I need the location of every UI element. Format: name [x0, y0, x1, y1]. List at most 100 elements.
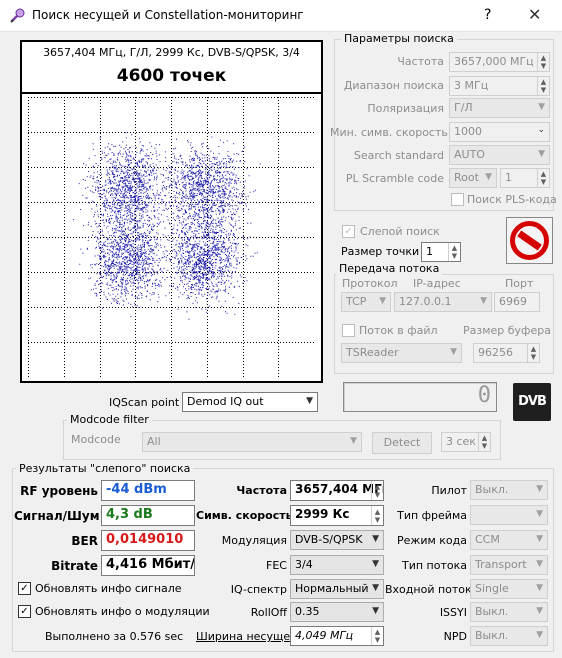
buffer-label: Размер буфера — [463, 324, 551, 337]
rolloff-value: 0.35 — [295, 605, 320, 618]
iq-label: IQ-спектр — [230, 583, 287, 596]
iq-value: Нормальный — [295, 582, 369, 595]
port-label: Порт — [505, 277, 534, 290]
fec-label: FEC — [266, 559, 287, 572]
modcode-label: Modcode — [71, 433, 121, 446]
range-value: 3 МГц — [454, 79, 489, 92]
pilot-label: Пилот — [431, 484, 467, 497]
dot-size-spinner[interactable]: ▲ ▼ — [448, 243, 460, 261]
help-button[interactable]: ? — [484, 7, 491, 23]
to-file-checkbox[interactable] — [342, 324, 355, 337]
freq-spinner[interactable]: ▲ ▼ — [371, 481, 383, 500]
bandwidth-input[interactable]: 4,049 МГц ▲ ▼ — [290, 626, 384, 646]
pl-scramble-mode-select[interactable]: Root ▼ — [449, 168, 497, 188]
modcode-select[interactable]: All ▼ — [142, 432, 362, 452]
reader-select[interactable]: TSReader ▼ — [341, 343, 462, 363]
protocol-select[interactable]: TCP ▼ — [341, 292, 391, 312]
update-signal-label: Обновлять инфо сигнале — [35, 582, 182, 595]
polarization-value: Г/Л — [454, 101, 473, 114]
chevron-down-icon: ▼ — [536, 509, 543, 519]
polarization-label: Поляризация — [367, 102, 444, 115]
chevron-down-icon: ▼ — [538, 149, 545, 159]
update-mod-label: Обновлять инфо о модуляции — [35, 605, 210, 618]
input-stream-select[interactable]: Single ▼ — [470, 579, 548, 599]
pls-search-checkbox[interactable] — [451, 193, 464, 206]
polarization-select[interactable]: Г/Л ▼ — [449, 98, 550, 118]
dot-size-label: Размер точки — [341, 245, 420, 258]
frame-select[interactable]: ▼ — [470, 505, 548, 525]
stop-button[interactable] — [506, 217, 553, 264]
pl-scramble-value: 1 — [505, 171, 512, 184]
modcode-value: All — [147, 435, 161, 448]
bandwidth-label: Ширина несущей — [196, 630, 298, 643]
frequency-value: 3657,000 МГц — [454, 55, 534, 68]
modcode-time-value: 3 сек — [446, 435, 476, 448]
npd-select[interactable]: Выкл. ▼ — [470, 626, 548, 646]
chevron-down-icon: ▼ — [372, 559, 379, 569]
modcode-time-input[interactable]: 3 сек ▲ ▼ — [441, 432, 491, 452]
bitrate-value: 4,416 Мбит/с — [101, 555, 195, 576]
iqscan-value: Demod IQ out — [187, 395, 264, 408]
issyi-select[interactable]: Выкл. ▼ — [470, 602, 548, 622]
buffer-input[interactable]: 96256 ▲ ▼ — [473, 343, 540, 363]
update-signal-checkbox[interactable]: ✓ — [18, 582, 31, 595]
pl-scramble-spinner[interactable]: ▲ ▼ — [537, 169, 549, 187]
window-title: Поиск несущей и Constellation-мониторинг — [32, 8, 304, 22]
stream-type-value: Transport — [475, 558, 527, 571]
min-sr-select[interactable]: 1000 ⌄ — [449, 122, 550, 142]
constellation-divider — [20, 92, 323, 94]
constellation-header: 3657,404 МГц, Г/Л, 2999 Кс, DVB-S/QPSK, … — [43, 46, 300, 59]
chevron-down-icon: ▼ — [350, 436, 357, 446]
standard-select[interactable]: AUTO ▼ — [449, 145, 550, 165]
chevron-down-icon: ▼ — [536, 534, 543, 544]
chevron-down-icon: ▼ — [538, 102, 545, 112]
frequency-spinner[interactable]: ▲ ▼ — [537, 53, 549, 71]
counter-value: 0 — [477, 383, 491, 408]
close-button[interactable]: ✕ — [528, 5, 541, 24]
bandwidth-spinner[interactable]: ▲ ▼ — [371, 627, 383, 645]
ip-select[interactable]: 127.0.0.1 ▼ — [394, 292, 492, 312]
npd-value: Выкл. — [475, 629, 509, 642]
stream-title: Передача потока — [336, 262, 443, 275]
constellation-plot — [28, 97, 314, 377]
chevron-down-icon: ▼ — [372, 583, 379, 593]
stream-type-select[interactable]: Transport ▼ — [470, 555, 548, 575]
port-input[interactable]: 6969 — [494, 292, 540, 312]
frequency-label: Частота — [397, 55, 444, 68]
detect-button[interactable]: Detect — [372, 432, 432, 454]
chevron-down-icon: ⌄ — [537, 125, 545, 135]
rolloff-select[interactable]: 0.35 ▼ — [290, 602, 384, 622]
pl-scramble-mode-value: Root — [454, 171, 479, 184]
modcode-time-spinner[interactable]: ▲ ▼ — [478, 433, 490, 451]
coding-value: CCM — [475, 533, 500, 546]
pl-scramble-input[interactable]: 1 ▲ ▼ — [500, 168, 550, 188]
blind-search-label: Слепой поиск — [360, 225, 440, 238]
modulation-value: DVB-S/QPSK — [295, 533, 363, 546]
modulation-select[interactable]: DVB-S/QPSK ▼ — [290, 530, 384, 550]
range-spinner[interactable]: ▲ ▼ — [537, 77, 549, 95]
chevron-down-icon: ▼ — [536, 630, 543, 640]
blind-search-checkbox[interactable]: ✓ — [342, 225, 355, 238]
fec-value: 3/4 — [295, 558, 313, 571]
modulation-label: Модуляция — [221, 534, 287, 547]
chevron-down-icon: ▼ — [306, 396, 313, 406]
iq-select[interactable]: Нормальный ▼ — [290, 579, 384, 599]
dot-size-input[interactable]: 1 ▲ ▼ — [421, 242, 461, 262]
frequency-input[interactable]: 3657,000 МГц ▲ ▼ — [449, 52, 550, 72]
sr-spinner[interactable]: ▲ ▼ — [371, 506, 383, 525]
standard-value: AUTO — [454, 148, 485, 161]
stream-type-label: Тип потока — [401, 559, 467, 572]
iqscan-select[interactable]: Demod IQ out ▼ — [182, 392, 318, 412]
pilot-select[interactable]: Выкл. ▼ — [470, 480, 548, 500]
fec-select[interactable]: 3/4 ▼ — [290, 555, 384, 575]
to-file-label: Поток в файл — [359, 324, 438, 337]
dvb-logo: DVB — [513, 383, 551, 421]
chevron-down-icon: ▼ — [372, 534, 379, 544]
results-title: Результаты "слепого" поиска — [16, 462, 194, 475]
buffer-spinner[interactable]: ▲ ▼ — [527, 344, 539, 362]
range-input[interactable]: 3 МГц ▲ ▼ — [449, 76, 550, 96]
coding-select[interactable]: CCM ▼ — [470, 530, 548, 550]
standard-label: Search standard — [353, 149, 444, 162]
range-label: Диапазон поиска — [343, 79, 444, 92]
update-mod-checkbox[interactable]: ✓ — [18, 605, 31, 618]
